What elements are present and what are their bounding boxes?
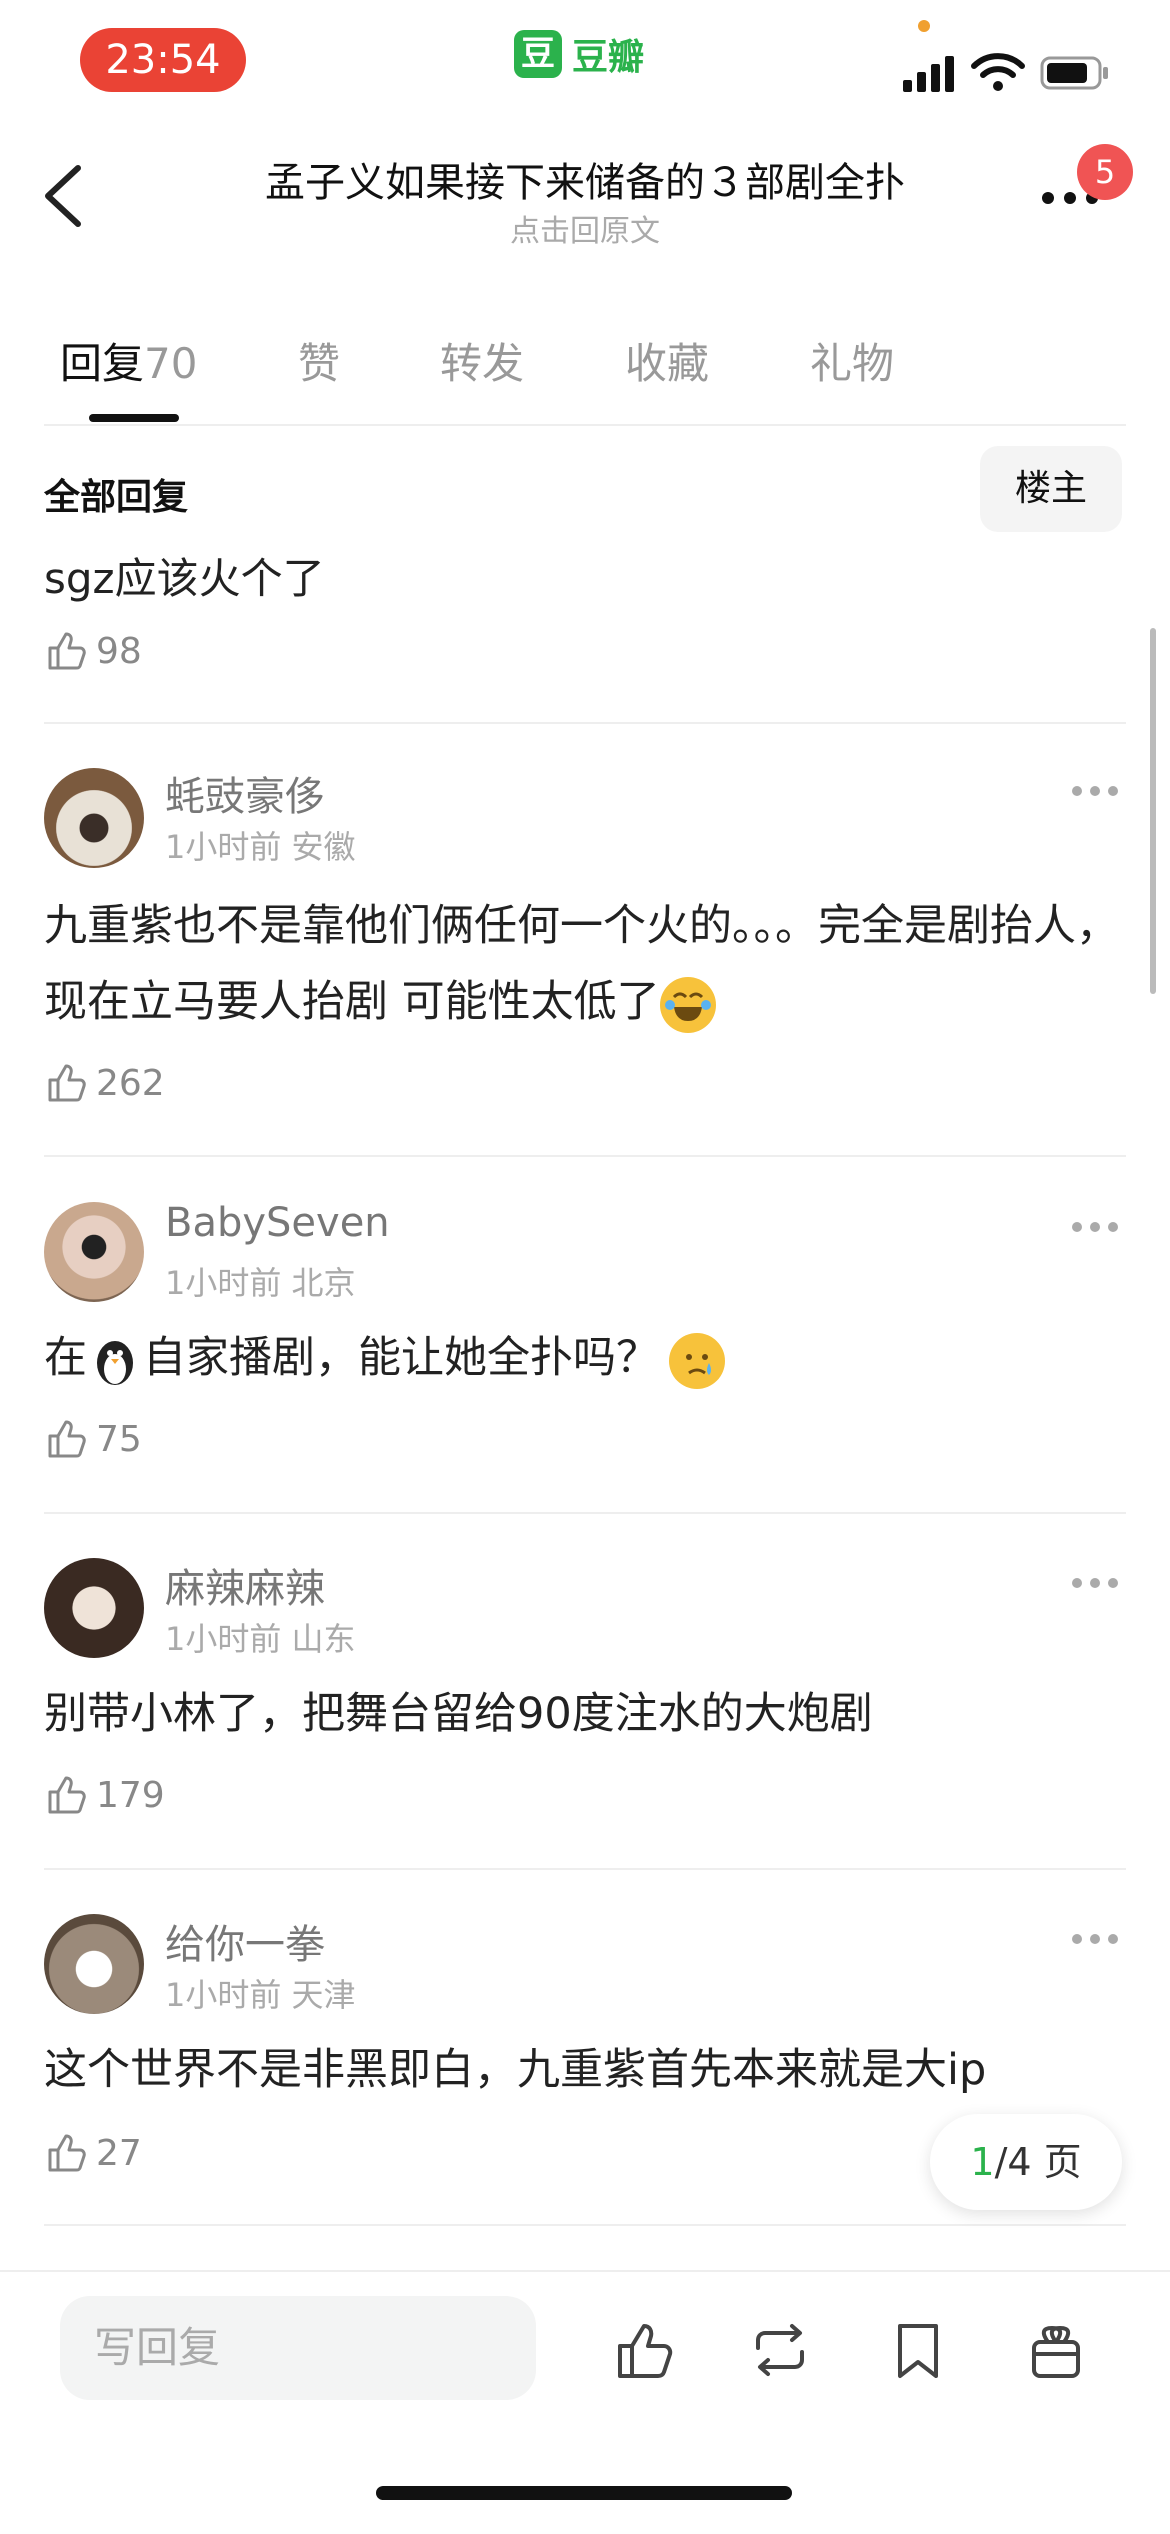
comment-meta: 1小时前 天津	[165, 1970, 356, 2016]
page-title: 孟子义如果接下来储备的３部剧全扑	[265, 160, 905, 206]
current-page: 1	[970, 2140, 995, 2184]
thumbs-up-icon	[48, 1776, 86, 1814]
home-indicator[interactable]	[376, 2486, 792, 2500]
location: 安徽	[291, 828, 356, 866]
tab-collections[interactable]: 收藏	[625, 330, 709, 391]
avatar[interactable]	[44, 768, 144, 868]
like-button[interactable]: 98	[44, 628, 142, 674]
avatar[interactable]	[44, 1558, 144, 1658]
comment-text: 别带小林了，把舞台留给90度注水的大炮剧	[44, 1689, 873, 1739]
timestamp: 1小时前	[165, 1620, 282, 1658]
comment-body: 九重紫也不是靠他们俩任何一个火的。。。完全是剧抬人，现在立马要人抬剧 可能性太低…	[44, 901, 1119, 1027]
crying-emoji-icon	[669, 1332, 725, 1389]
comment-text: sgz应该火个了	[44, 554, 325, 603]
gift-icon[interactable]	[1024, 2318, 1088, 2382]
comment-meta: 1小时前 安徽	[165, 822, 356, 868]
like-button[interactable]: 179	[44, 1772, 165, 1818]
owner-only-button[interactable]: 楼主	[980, 446, 1122, 532]
divider	[44, 1155, 1126, 1157]
total-pages: /4 页	[994, 2140, 1082, 2184]
comment-meta: 1小时前 北京	[165, 1258, 356, 1304]
comment-more-icon[interactable]	[1072, 1222, 1118, 1236]
username[interactable]: BabySeven	[165, 1200, 390, 1246]
reshare-icon[interactable]	[748, 2318, 812, 2382]
like-count: 179	[96, 1774, 165, 1816]
comment-body-start: 在	[44, 1333, 87, 1383]
bookmark-icon[interactable]	[886, 2318, 950, 2382]
avatar[interactable]	[44, 1914, 144, 2014]
like-post-icon[interactable]	[612, 2318, 676, 2382]
avatar[interactable]	[44, 1202, 144, 1302]
like-count: 98	[96, 630, 142, 672]
comment-more-icon[interactable]	[1072, 786, 1118, 800]
scrollbar[interactable]	[1150, 628, 1156, 994]
thumbs-up-icon	[48, 1420, 86, 1458]
comment-text: 在 自家播剧，能让她全扑吗？	[44, 1320, 1134, 1396]
timestamp: 1小时前	[165, 828, 282, 866]
divider	[44, 1868, 1126, 1870]
timestamp: 1小时前	[165, 1976, 282, 2014]
status-time: 23:54	[80, 28, 246, 92]
tab-replies-label: 回复	[60, 339, 145, 388]
thumbs-up-icon	[48, 2134, 86, 2172]
notification-badge: 5	[1077, 144, 1133, 200]
like-count: 75	[96, 1418, 142, 1460]
wifi-icon	[971, 53, 1025, 91]
privacy-dot-icon	[918, 20, 930, 32]
username[interactable]: 蚝豉豪侈	[165, 764, 325, 822]
username[interactable]: 给你一拳	[165, 1912, 325, 1970]
like-button[interactable]: 262	[44, 1060, 165, 1106]
comment-more-icon[interactable]	[1072, 1578, 1118, 1592]
app-name: 豆瓣	[572, 37, 645, 78]
active-tab-indicator	[89, 414, 179, 422]
thumbs-up-icon	[48, 1064, 86, 1102]
comment-text: 这个世界不是非黑即白，九重紫首先本来就是大ip	[44, 2045, 987, 2095]
divider	[44, 2224, 1126, 2226]
reply-input[interactable]: 写回复	[60, 2296, 536, 2400]
page-indicator[interactable]: 1/4 页	[930, 2114, 1122, 2210]
tab-likes[interactable]: 赞	[298, 330, 340, 391]
username[interactable]: 麻辣麻辣	[165, 1556, 325, 1614]
like-count: 262	[96, 1062, 165, 1104]
cellular-signal-icon	[903, 56, 954, 92]
penguin-emoji-icon	[87, 1332, 143, 1389]
joy-emoji-icon	[659, 976, 716, 1033]
thumbs-up-icon	[48, 632, 86, 670]
battery-icon	[1040, 56, 1108, 90]
like-button[interactable]: 27	[44, 2130, 142, 2176]
divider	[44, 1512, 1126, 1514]
location: 北京	[291, 1264, 356, 1302]
comment-text: 九重紫也不是靠他们俩任何一个火的。。。完全是剧抬人，现在立马要人抬剧 可能性太低…	[44, 888, 1134, 1040]
like-count: 27	[96, 2132, 142, 2174]
tab-replies[interactable]: 回复70	[60, 330, 197, 391]
tab-reshares[interactable]: 转发	[440, 330, 524, 391]
back-to-original-link[interactable]: 点击回原文	[130, 206, 1040, 250]
divider	[44, 424, 1126, 426]
back-icon[interactable]	[40, 160, 90, 232]
tab-replies-count: 70	[144, 339, 198, 388]
location: 天津	[291, 1976, 356, 2014]
tab-gifts[interactable]: 礼物	[810, 330, 894, 391]
timestamp: 1小时前	[165, 1264, 282, 1302]
like-button[interactable]: 75	[44, 1416, 142, 1462]
douban-logo-icon: 豆	[514, 30, 562, 78]
comment-more-icon[interactable]	[1072, 1934, 1118, 1948]
comment-body-end: 自家播剧，能让她全扑吗？	[143, 1333, 659, 1383]
divider	[44, 722, 1126, 724]
app-indicator[interactable]: 豆 豆瓣	[514, 30, 644, 78]
comment-meta: 1小时前 山东	[165, 1614, 356, 1660]
location: 山东	[291, 1620, 356, 1658]
all-replies-heading: 全部回复	[44, 477, 189, 518]
